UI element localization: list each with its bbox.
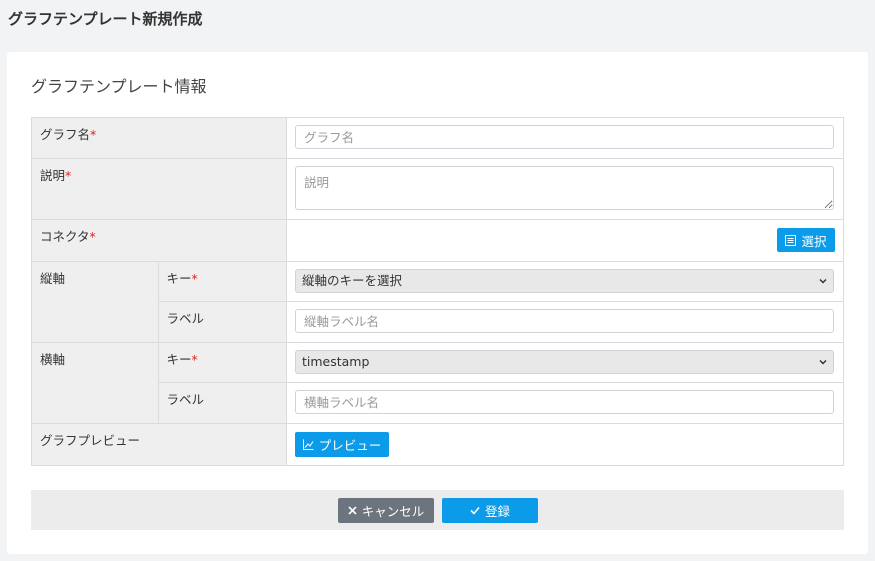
vertical-key-label-cell: キー* bbox=[157, 261, 287, 302]
vertical-axis-label: 縦軸 bbox=[40, 271, 66, 286]
row-preview: グラフプレビュー プレビュー bbox=[31, 423, 845, 466]
horizontal-key-selected: timestamp bbox=[301, 354, 370, 369]
vertical-label-input[interactable] bbox=[294, 309, 834, 333]
required-mark: * bbox=[90, 127, 97, 142]
cancel-button[interactable]: キャンセル bbox=[338, 498, 434, 523]
vertical-label-label: ラベル bbox=[166, 311, 205, 326]
form-footer: キャンセル 登録 bbox=[31, 490, 844, 530]
row-graph-name: グラフ名* bbox=[31, 117, 845, 159]
chart-line-icon bbox=[302, 439, 314, 450]
row-horizontal-key: 横軸 キー* timestamp bbox=[31, 342, 845, 424]
row-connector: コネクタ* 選択 bbox=[31, 219, 845, 262]
description-label: 説明 bbox=[40, 168, 66, 183]
required-mark: * bbox=[191, 352, 198, 367]
preview-label: グラフプレビュー bbox=[40, 433, 141, 448]
row-description: 説明* bbox=[31, 158, 845, 220]
graph-name-value-cell bbox=[285, 117, 845, 159]
list-icon bbox=[785, 234, 797, 246]
connector-label-cell: コネクタ* bbox=[31, 219, 287, 262]
preview-value-cell: プレビュー bbox=[285, 423, 845, 466]
form-card: グラフテンプレート情報 グラフ名* 説明* コネクタ* bbox=[7, 52, 868, 554]
description-label-cell: 説明* bbox=[31, 158, 287, 220]
horizontal-key-label-cell: キー* bbox=[157, 342, 287, 383]
required-mark: * bbox=[89, 229, 96, 244]
check-icon bbox=[470, 506, 480, 515]
vertical-key-select[interactable]: 縦軸のキーを選択 bbox=[294, 269, 834, 293]
chevron-down-icon bbox=[819, 278, 827, 284]
close-icon bbox=[348, 506, 357, 515]
horizontal-axis-label: 横軸 bbox=[40, 352, 66, 367]
preview-label-cell: グラフプレビュー bbox=[31, 423, 287, 466]
horizontal-label-value-cell bbox=[285, 382, 845, 424]
horizontal-label-input[interactable] bbox=[294, 390, 834, 414]
description-textarea[interactable] bbox=[294, 166, 834, 210]
submit-button[interactable]: 登録 bbox=[442, 498, 538, 523]
vertical-key-selected: 縦軸のキーを選択 bbox=[301, 273, 402, 288]
horizontal-label-label-cell: ラベル bbox=[157, 382, 287, 424]
preview-button-label: プレビュー bbox=[318, 438, 382, 453]
section-title: グラフテンプレート情報 bbox=[31, 77, 207, 96]
vertical-key-label: キー bbox=[166, 271, 192, 286]
chevron-down-icon bbox=[819, 359, 827, 365]
row-vertical-key: 縦軸 キー* 縦軸のキーを選択 bbox=[31, 261, 845, 343]
connector-select-label: 選択 bbox=[801, 233, 827, 249]
vertical-key-value-cell: 縦軸のキーを選択 bbox=[285, 261, 845, 302]
page-title: グラフテンプレート新規作成 bbox=[8, 10, 203, 28]
form-table: グラフ名* 説明* コネクタ* bbox=[31, 117, 845, 466]
cancel-button-label: キャンセル bbox=[361, 504, 425, 519]
connector-value-cell: 選択 bbox=[285, 219, 845, 262]
horizontal-key-value-cell: timestamp bbox=[285, 342, 845, 383]
submit-button-label: 登録 bbox=[484, 504, 510, 519]
graph-name-label: グラフ名 bbox=[40, 127, 91, 142]
preview-button[interactable]: プレビュー bbox=[294, 432, 389, 457]
horizontal-axis-label-cell: 横軸 bbox=[31, 342, 159, 424]
graph-name-label-cell: グラフ名* bbox=[31, 117, 287, 159]
connector-select-button[interactable]: 選択 bbox=[777, 228, 835, 252]
description-value-cell bbox=[285, 158, 845, 220]
required-mark: * bbox=[191, 271, 198, 286]
required-mark: * bbox=[65, 168, 72, 183]
horizontal-key-select[interactable]: timestamp bbox=[294, 350, 834, 374]
vertical-axis-label-cell: 縦軸 bbox=[31, 261, 159, 343]
connector-label: コネクタ bbox=[40, 229, 90, 244]
horizontal-label-label: ラベル bbox=[166, 392, 205, 407]
horizontal-key-label: キー bbox=[166, 352, 192, 367]
graph-name-input[interactable] bbox=[294, 125, 834, 149]
vertical-label-value-cell bbox=[285, 301, 845, 343]
vertical-label-label-cell: ラベル bbox=[157, 301, 287, 343]
